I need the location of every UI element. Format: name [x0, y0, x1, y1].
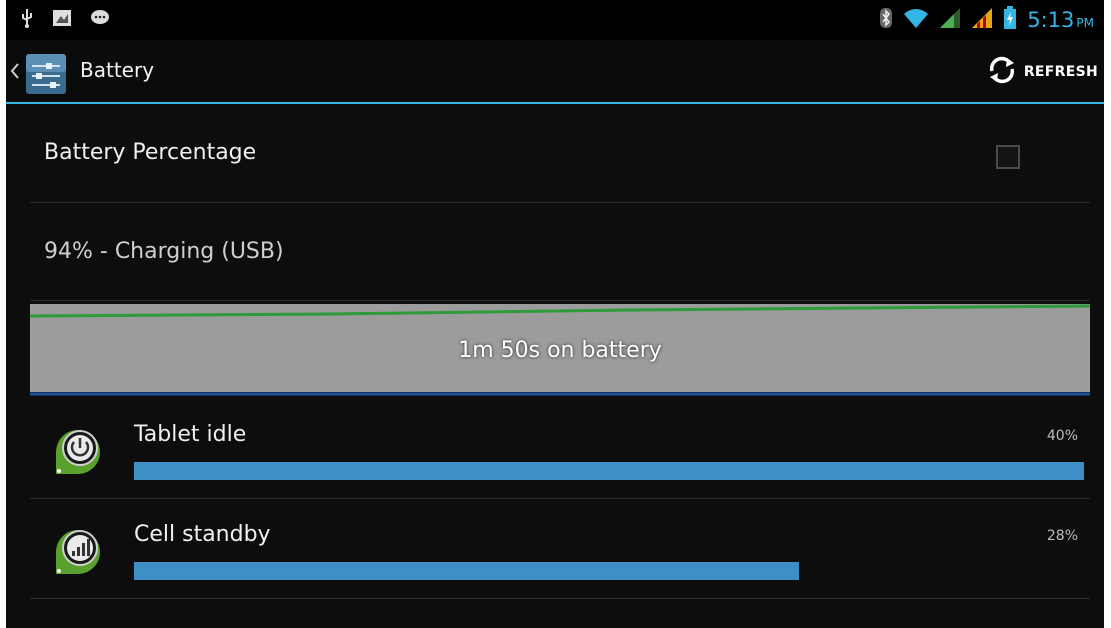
battery-percentage-preference[interactable]: Battery Percentage — [30, 104, 1090, 203]
battery-percentage-label: Battery Percentage — [44, 140, 257, 165]
clock-ampm: PM — [1076, 16, 1094, 30]
refresh-icon — [986, 54, 1018, 90]
cell-signal-icon — [50, 522, 106, 578]
battery-percentage-checkbox[interactable] — [996, 145, 1020, 169]
signal-icon-2 — [971, 7, 993, 33]
power-icon — [50, 422, 106, 478]
battery-status-row: 94% - Charging (USB) — [30, 203, 1090, 301]
status-bar: 5:13 PM — [6, 0, 1104, 40]
chat-icon — [90, 9, 110, 31]
clock: 5:13 PM — [1027, 8, 1094, 32]
battery-icon — [1003, 6, 1017, 34]
bluetooth-icon — [879, 7, 893, 33]
settings-app-icon[interactable] — [24, 52, 68, 96]
refresh-label: REFRESH — [1023, 64, 1098, 80]
usage-name: Tablet idle — [134, 422, 247, 447]
usb-icon — [20, 8, 34, 32]
action-bar: Battery REFRESH — [6, 40, 1104, 104]
wifi-icon — [903, 7, 929, 33]
usage-bar — [134, 462, 1084, 480]
usage-bar-track — [134, 562, 1084, 580]
screenshot-icon — [52, 8, 72, 32]
usage-row-cell-standby[interactable]: Cell standby 28% — [30, 500, 1090, 599]
battery-history-graph[interactable]: 1m 50s on battery — [30, 304, 1090, 398]
status-bar-notifications — [20, 8, 110, 32]
signal-icon — [939, 7, 961, 33]
status-bar-system: 5:13 PM — [879, 6, 1094, 34]
usage-percent: 28% — [1046, 528, 1078, 544]
back-caret-icon[interactable] — [10, 62, 20, 84]
screen: 5:13 PM Battery REFRESH Battery Percenta… — [6, 0, 1104, 628]
battery-status-text: 94% - Charging (USB) — [44, 239, 284, 264]
usage-bar-track — [134, 462, 1084, 480]
usage-percent: 40% — [1046, 428, 1078, 444]
page-title: Battery — [80, 58, 155, 82]
usage-name: Cell standby — [134, 522, 271, 547]
clock-time: 5:13 — [1027, 8, 1075, 32]
usage-bar — [134, 562, 799, 580]
refresh-button[interactable]: REFRESH — [986, 52, 1098, 92]
history-label: 1m 50s on battery — [458, 338, 662, 363]
usage-row-tablet-idle[interactable]: Tablet idle 40% — [30, 400, 1090, 499]
